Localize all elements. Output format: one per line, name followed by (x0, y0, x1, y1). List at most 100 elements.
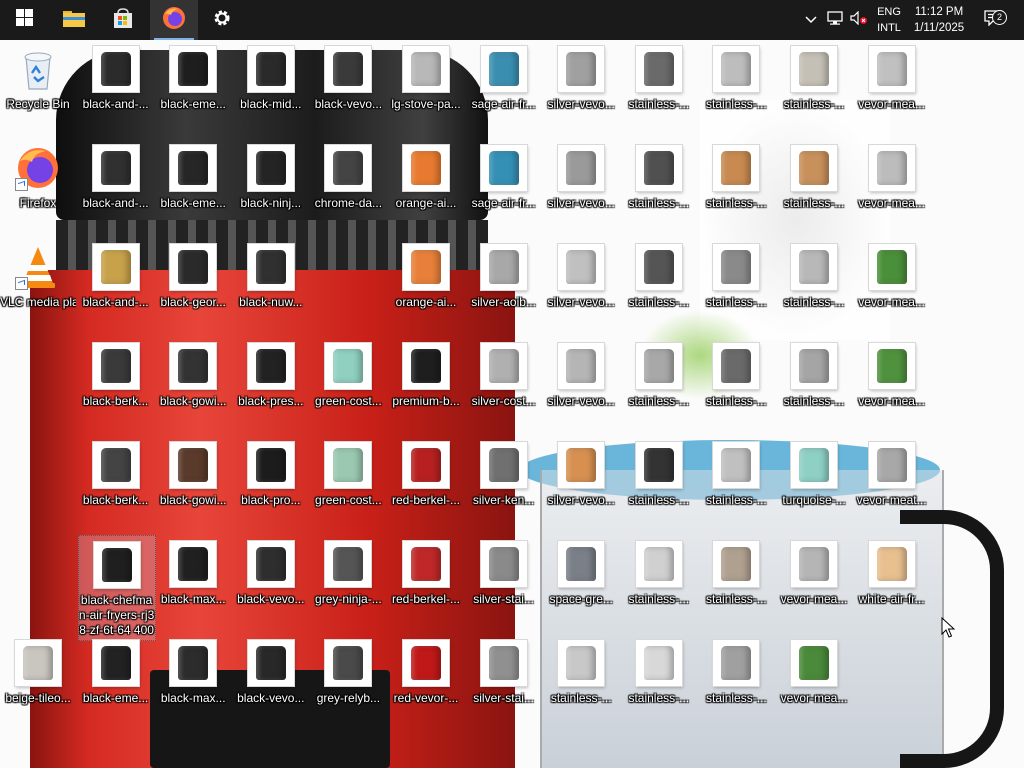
taskbar-settings[interactable] (198, 0, 246, 40)
desktop-icon-file-icon[interactable]: vevor-mea... (854, 40, 930, 134)
desktop-icon-file-icon[interactable]: green-cost... (310, 337, 386, 431)
desktop-icon-label: orange-ai... (395, 196, 457, 210)
desktop-icon-file-icon[interactable]: silver-stai... (466, 535, 542, 629)
desktop-icon-file-icon[interactable]: stainless-... (621, 40, 697, 134)
desktop-icon-file-icon[interactable]: stainless-... (698, 139, 774, 233)
desktop-icon-file-icon[interactable]: lg-stove-pa... (388, 40, 464, 134)
desktop-icon-file-icon[interactable]: stainless-... (621, 535, 697, 629)
desktop-icon-file-icon[interactable]: chrome-da... (310, 139, 386, 233)
taskbar-firefox[interactable] (150, 0, 198, 40)
desktop-icon-file-icon[interactable]: black-mid... (233, 40, 309, 134)
desktop-icon-vlc-shortcut[interactable]: VLC media player (0, 238, 76, 332)
desktop-icon-file-icon[interactable]: red-berkel-... (388, 535, 464, 629)
windows-logo-icon (15, 9, 33, 31)
network-button[interactable] (824, 0, 846, 40)
desktop-icon-file-icon[interactable]: space-gre... (543, 535, 619, 629)
desktop[interactable]: Recycle Bin Firefox VLC media player beige-… (0, 40, 1024, 768)
action-center-button[interactable]: 2 (980, 0, 1007, 40)
desktop-icon-file-icon[interactable]: vevor-mea... (854, 337, 930, 431)
desktop-icon-file-icon[interactable]: black-pres... (233, 337, 309, 431)
desktop-icon-file-icon[interactable]: green-cost... (310, 436, 386, 530)
desktop-icon-file-icon[interactable]: grey-relyb... (310, 634, 386, 728)
desktop-icon-file-icon[interactable]: stainless-... (621, 634, 697, 728)
desktop-icon-file-icon[interactable]: black-berk... (78, 436, 154, 530)
desktop-icon-file-icon[interactable]: silver-cost... (466, 337, 542, 431)
desktop-icon-label: silver-vevo... (547, 493, 615, 507)
desktop-icon-file-icon[interactable]: vevor-mea... (854, 139, 930, 233)
volume-button[interactable] (848, 0, 870, 40)
desktop-icon-file-icon[interactable]: orange-ai... (388, 139, 464, 233)
settings-gear-icon (212, 8, 232, 33)
desktop-icon-file-icon[interactable]: stainless-... (698, 634, 774, 728)
desktop-icon-file-icon[interactable]: black-eme... (78, 634, 154, 728)
desktop-icon-file-icon[interactable]: black-gowi... (155, 337, 231, 431)
start-button[interactable] (0, 0, 48, 40)
desktop-icon-file-icon[interactable]: grey-ninja-... (310, 535, 386, 629)
desktop-icon-file-icon[interactable]: stainless-... (698, 337, 774, 431)
input-language-indicator[interactable]: ENG INTL (876, 4, 902, 36)
desktop-icon-file-icon[interactable]: stainless-... (621, 337, 697, 431)
product-image-icon (178, 250, 209, 284)
desktop-icon-file-icon[interactable]: black-max... (155, 535, 231, 629)
desktop-icon-file-icon[interactable]: white-air-fr... (854, 535, 930, 629)
desktop-icon-file-icon[interactable]: silver-vevo... (543, 40, 619, 134)
taskbar-file-explorer[interactable] (50, 0, 98, 40)
desktop-icon-file-icon[interactable]: red-berkel-... (388, 436, 464, 530)
desktop-icon-file-icon[interactable]: vevor-meat... (854, 436, 930, 530)
desktop-icon-file-icon[interactable]: vevor-mea... (854, 238, 930, 332)
image-thumbnail (403, 640, 449, 686)
desktop-icon-file-icon[interactable]: black-nuw... (233, 238, 309, 332)
desktop-icon-file-icon[interactable]: stainless-... (621, 238, 697, 332)
desktop-icon-file-icon[interactable]: stainless-... (698, 40, 774, 134)
desktop-icon-file-icon[interactable]: sage-air-fr... (466, 139, 542, 233)
show-hidden-icons-button[interactable] (800, 0, 822, 40)
desktop-icon-file-icon[interactable]: orange-ai... (388, 238, 464, 332)
desktop-icon-file-icon[interactable]: premium-b... (388, 337, 464, 431)
desktop-icon-recycle-shortcut[interactable]: Recycle Bin (0, 40, 76, 134)
desktop-icon-file-icon[interactable]: silver-vevo... (543, 139, 619, 233)
desktop-icon-file-icon[interactable]: silver-aoib... (466, 238, 542, 332)
desktop-icon-file-icon[interactable]: stainless-... (776, 139, 852, 233)
desktop-icon-file-icon[interactable]: silver-vevo... (543, 238, 619, 332)
desktop-icon-file-icon[interactable]: red-vevor-... (388, 634, 464, 728)
desktop-icon-file-icon[interactable]: stainless-... (776, 337, 852, 431)
desktop-icon-file-icon[interactable]: vevor-mea... (776, 634, 852, 728)
desktop-icon-file-icon[interactable]: black-and-... (78, 139, 154, 233)
desktop-icon-label: silver-stai... (473, 691, 534, 705)
desktop-icon-file-icon[interactable]: stainless-... (776, 40, 852, 134)
desktop-icon-file-icon[interactable]: black-chefman-air-fryers-rj38-zf-6t-64 4… (77, 535, 156, 641)
desktop-icon-file-icon[interactable]: stainless-... (698, 535, 774, 629)
desktop-icon-file-icon[interactable]: stainless-... (621, 139, 697, 233)
desktop-icon-file-icon[interactable]: vevor-mea... (776, 535, 852, 629)
desktop-icon-file-icon[interactable]: black-vevo... (310, 40, 386, 134)
vlc-icon (15, 244, 61, 290)
desktop-icon-file-icon[interactable]: silver-stai... (466, 634, 542, 728)
desktop-icon-file-icon[interactable]: black-vevo... (233, 634, 309, 728)
desktop-icon-file-icon[interactable]: beige-tileo... (0, 634, 76, 728)
desktop-icon-file-icon[interactable]: turquoise-... (776, 436, 852, 530)
desktop-icon-firefox-shortcut[interactable]: Firefox (0, 139, 76, 233)
desktop-icon-file-icon[interactable]: black-berk... (78, 337, 154, 431)
desktop-icon-file-icon[interactable]: black-eme... (155, 40, 231, 134)
clock[interactable]: 11:12 PM 1/11/2025 (908, 4, 970, 36)
desktop-icon-file-icon[interactable]: black-pro... (233, 436, 309, 530)
desktop-icon-file-icon[interactable]: silver-vevo... (543, 436, 619, 530)
desktop-icon-file-icon[interactable]: black-ninj... (233, 139, 309, 233)
desktop-icon-file-icon[interactable]: black-gowi... (155, 436, 231, 530)
taskbar-microsoft-store[interactable] (99, 0, 147, 40)
desktop-icon-label: stainless-... (706, 295, 767, 309)
desktop-icon-file-icon[interactable]: silver-vevo... (543, 337, 619, 431)
desktop-icon-file-icon[interactable]: black-geor... (155, 238, 231, 332)
desktop-icon-file-icon[interactable]: stainless-... (698, 238, 774, 332)
desktop-icon-file-icon[interactable]: silver-ken... (466, 436, 542, 530)
desktop-icon-file-icon[interactable]: black-and-... (78, 238, 154, 332)
desktop-icon-file-icon[interactable]: black-eme... (155, 139, 231, 233)
desktop-icon-file-icon[interactable]: stainless-... (543, 634, 619, 728)
desktop-icon-file-icon[interactable]: stainless-... (698, 436, 774, 530)
desktop-icon-file-icon[interactable]: black-vevo... (233, 535, 309, 629)
desktop-icon-file-icon[interactable]: stainless-... (776, 238, 852, 332)
desktop-icon-file-icon[interactable]: sage-air-fr... (466, 40, 542, 134)
desktop-icon-file-icon[interactable]: black-max... (155, 634, 231, 728)
desktop-icon-file-icon[interactable]: black-and-... (78, 40, 154, 134)
desktop-icon-file-icon[interactable]: stainless-... (621, 436, 697, 530)
